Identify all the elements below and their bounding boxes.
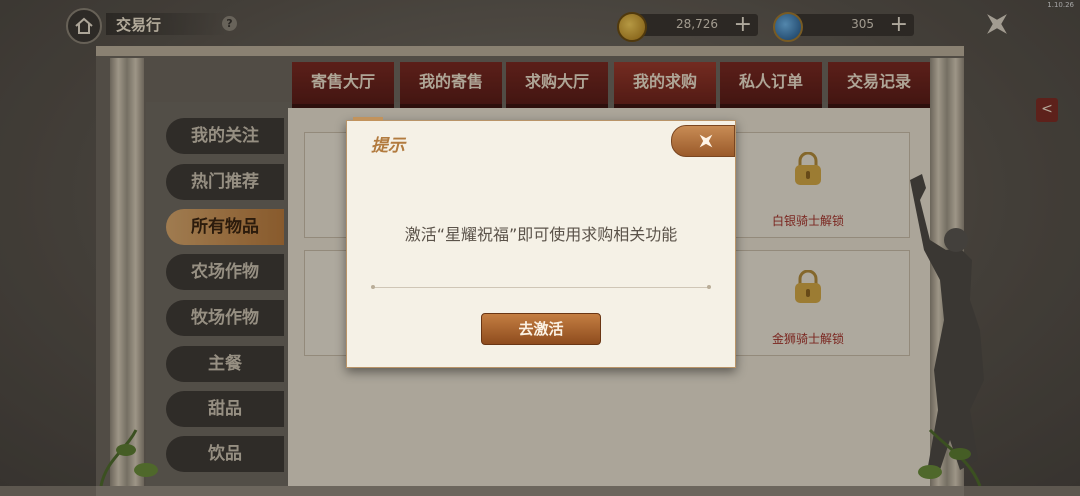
dialog-message: 激活“星耀祝福”即可使用求购相关功能 [404,225,678,244]
dialog-divider [371,285,711,289]
notice-dialog: 提示 激活“星耀祝福”即可使用求购相关功能 去激活 [346,117,736,368]
dialog-accent [353,117,383,121]
activate-button[interactable]: 去激活 [481,313,601,345]
dialog-title: 提示 [371,136,405,156]
dialog-close-button[interactable] [671,125,735,157]
close-icon [699,134,713,148]
